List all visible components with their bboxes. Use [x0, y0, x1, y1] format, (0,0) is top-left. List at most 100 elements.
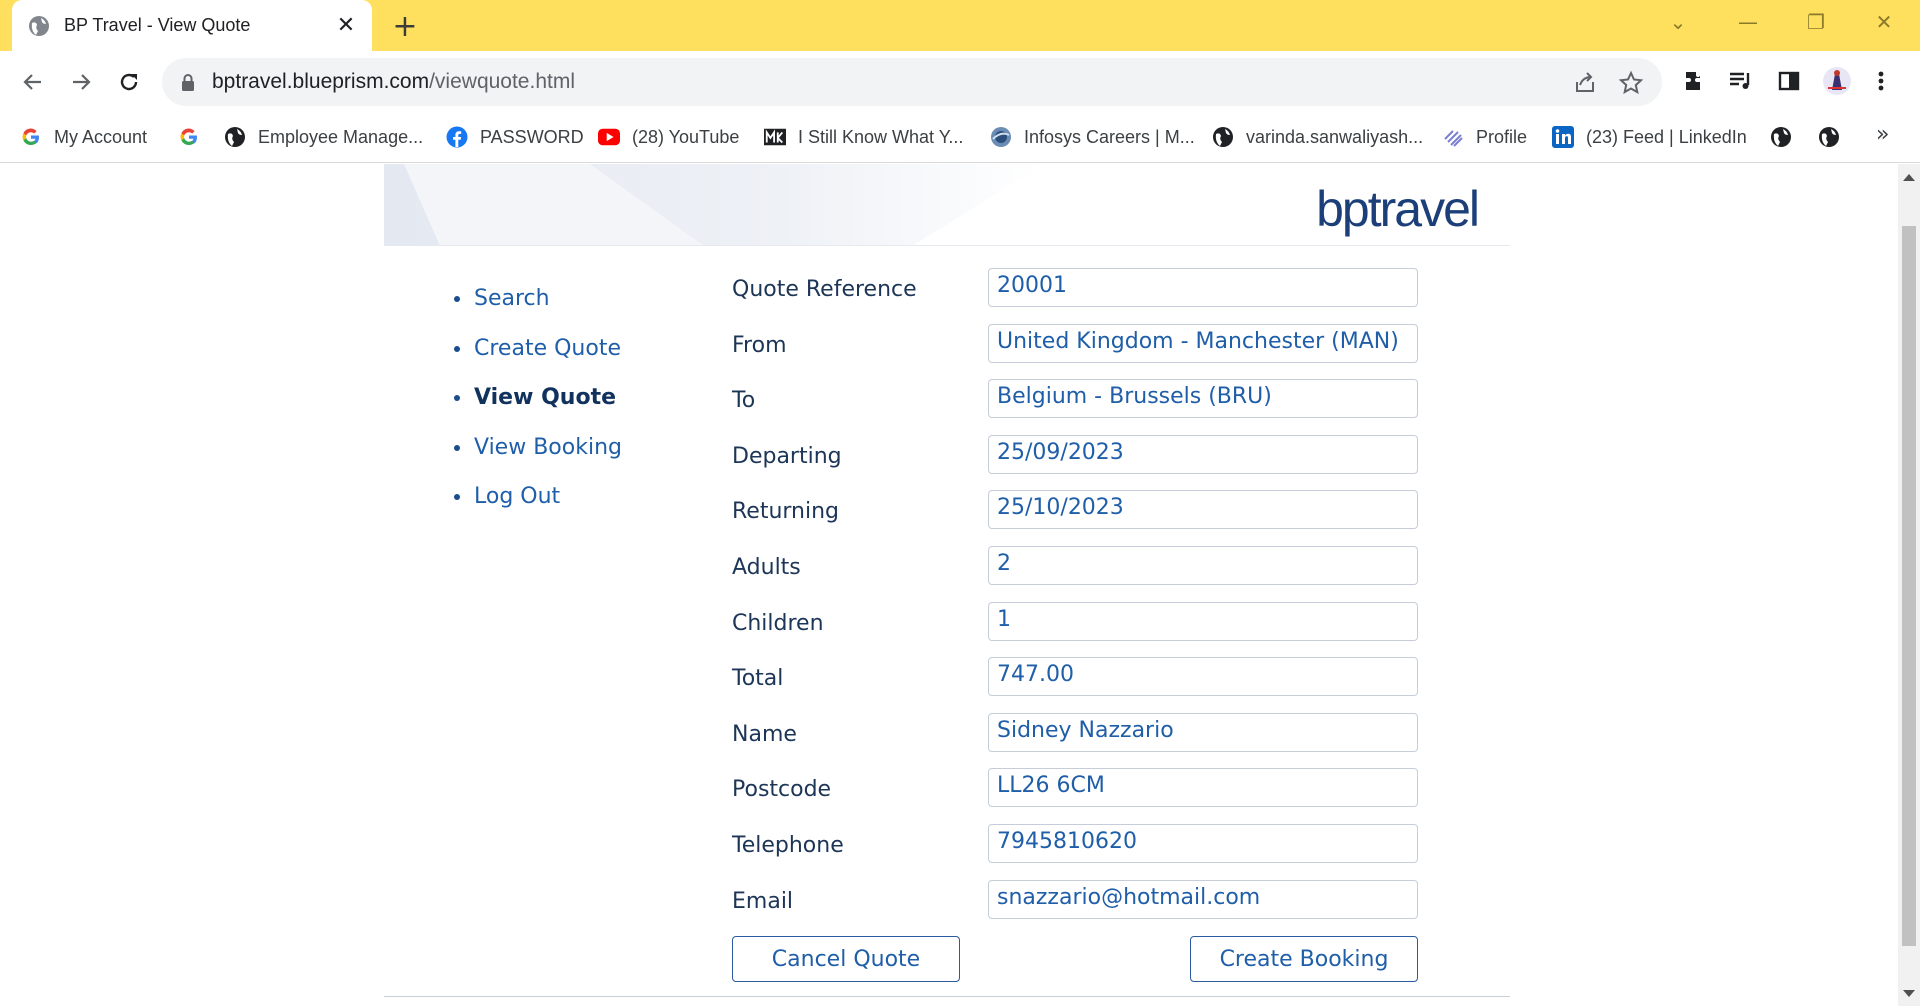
- form-row-returning: Returning 25/10/2023: [732, 490, 1452, 546]
- nav-item-log-out: Log Out: [454, 472, 622, 522]
- nav-link-create-quote[interactable]: Create Quote: [474, 336, 621, 361]
- bookmark-my-account[interactable]: My Account: [20, 124, 147, 150]
- to-field[interactable]: Belgium - Brussels (BRU): [988, 379, 1418, 419]
- bookmark-i-still-know[interactable]: I Still Know What Y...: [764, 124, 963, 150]
- create-booking-button[interactable]: Create Booking: [1190, 936, 1418, 982]
- address-bar[interactable]: bptravel.blueprism.com/viewquote.html: [162, 58, 1662, 106]
- total-field[interactable]: 747.00: [988, 657, 1418, 697]
- form-row-postcode: Postcode LL26 6CM: [732, 768, 1452, 824]
- bookmark-google[interactable]: [178, 124, 212, 150]
- bookmark-linkedin[interactable]: (23) Feed | LinkedIn: [1552, 124, 1747, 150]
- nav-link-log-out[interactable]: Log Out: [474, 484, 560, 509]
- globe-icon: [1212, 126, 1234, 148]
- to-label: To: [732, 388, 756, 414]
- bookmark-label: My Account: [54, 126, 148, 147]
- postcode-field[interactable]: LL26 6CM: [988, 768, 1418, 808]
- profile-avatar[interactable]: [1822, 66, 1852, 96]
- bookmarks-bar: My Account Employee Manage... PASSWORD (…: [0, 112, 1920, 163]
- nav-link-view-booking[interactable]: View Booking: [474, 435, 622, 460]
- browser-tab[interactable]: BP Travel - View Quote ✕: [12, 0, 372, 51]
- bookmark-youtube[interactable]: (28) YouTube: [598, 124, 739, 150]
- bookmark-profile[interactable]: Profile: [1442, 124, 1527, 150]
- star-icon[interactable]: [1618, 70, 1644, 96]
- bookmark-employee-manage[interactable]: Employee Manage...: [224, 124, 423, 150]
- infosys-icon: [990, 126, 1012, 148]
- globe-icon: [224, 126, 246, 148]
- page-scrollbar[interactable]: [1898, 164, 1920, 1006]
- bookmark-varinda[interactable]: varinda.sanwaliyash...: [1212, 124, 1423, 150]
- nav-link-search[interactable]: Search: [474, 286, 550, 311]
- bookmark-label: I Still Know What Y...: [798, 126, 964, 147]
- from-label: From: [732, 332, 787, 358]
- email-field[interactable]: snazzario@hotmail.com: [988, 879, 1418, 919]
- name-field[interactable]: Sidney Nazzario: [988, 712, 1418, 752]
- nav-item-create-quote: Create Quote: [454, 324, 622, 374]
- site-banner: bptravel: [384, 164, 1510, 246]
- quote-reference-label: Quote Reference: [732, 277, 917, 302]
- bookmark-globe-1[interactable]: [1770, 124, 1804, 150]
- nav-link-view-quote[interactable]: View Quote: [474, 385, 616, 410]
- name-label: Name: [732, 721, 797, 747]
- from-field[interactable]: United Kingdom - Manchester (MAN): [988, 323, 1418, 363]
- bookmark-label: (23) Feed | LinkedIn: [1586, 126, 1747, 147]
- telephone-field[interactable]: 7945810620: [988, 823, 1418, 863]
- tab-search-icon[interactable]: ⌄: [1658, 9, 1698, 35]
- bookmark-label: PASSWORD: [480, 126, 584, 147]
- tab-title: BP Travel - View Quote: [64, 15, 251, 35]
- departing-field[interactable]: 25/09/2023: [988, 434, 1418, 474]
- share-icon[interactable]: [1572, 70, 1598, 96]
- globe-icon: [29, 15, 49, 36]
- restore-button[interactable]: ❐: [1796, 9, 1836, 35]
- bookmark-globe-2[interactable]: [1818, 124, 1852, 150]
- side-panel-icon[interactable]: [1774, 66, 1804, 96]
- minimize-button[interactable]: —: [1728, 9, 1768, 35]
- telephone-label: Telephone: [732, 832, 844, 858]
- returning-field[interactable]: 25/10/2023: [988, 490, 1418, 530]
- forward-button[interactable]: [64, 65, 98, 99]
- form-row-children: Children 1: [732, 601, 1452, 658]
- back-button[interactable]: [16, 65, 50, 99]
- site-logo: bptravel: [1316, 181, 1480, 237]
- lock-icon: [182, 74, 194, 91]
- bookmark-label: (28) YouTube: [632, 126, 740, 147]
- menu-icon[interactable]: [1866, 66, 1896, 96]
- form-row-telephone: Telephone 7945810620: [732, 823, 1452, 880]
- postcode-label: Postcode: [732, 777, 832, 803]
- google-icon: [178, 126, 200, 148]
- arrow-right-icon: [73, 74, 91, 90]
- url-text[interactable]: bptravel.blueprism.com/viewquote.html: [212, 70, 575, 94]
- nav-item-view-booking: View Booking: [454, 423, 622, 473]
- new-tab-button[interactable]: +: [390, 9, 420, 44]
- quote-form: Quote Reference 20001 From United Kingdo…: [732, 268, 1452, 982]
- bookmark-label: Profile: [1476, 126, 1528, 147]
- extensions-icon[interactable]: [1680, 66, 1710, 96]
- nav-item-view-quote: View Quote: [454, 373, 622, 423]
- scroll-down-arrow-icon[interactable]: [1903, 990, 1915, 997]
- quote-reference-field[interactable]: 20001: [988, 268, 1418, 307]
- close-tab-icon[interactable]: ✕: [334, 13, 358, 38]
- url-path: /viewquote.html: [429, 70, 575, 93]
- bookmark-label: varinda.sanwaliyash...: [1246, 126, 1424, 147]
- bookmarks-overflow-icon[interactable]: »: [1876, 122, 1889, 147]
- adults-field[interactable]: 2: [988, 545, 1418, 585]
- children-field[interactable]: 1: [988, 601, 1418, 641]
- form-row-total: Total 747.00: [732, 657, 1452, 713]
- movie-site-icon: [764, 126, 786, 148]
- bookmark-password[interactable]: PASSWORD: [446, 124, 584, 150]
- reload-button[interactable]: [112, 65, 146, 99]
- linkedin-icon: [1552, 126, 1574, 148]
- google-icon: [20, 126, 42, 148]
- arrow-left-icon: [23, 74, 41, 90]
- cancel-quote-button[interactable]: Cancel Quote: [732, 936, 960, 982]
- total-label: Total: [732, 666, 784, 692]
- profile-site-icon: [1442, 126, 1464, 148]
- reload-icon: [120, 73, 138, 91]
- media-control-icon[interactable]: [1726, 66, 1756, 96]
- bookmark-infosys-careers[interactable]: Infosys Careers | M...: [990, 124, 1195, 150]
- close-window-button[interactable]: ✕: [1864, 9, 1904, 35]
- scroll-up-arrow-icon[interactable]: [1903, 174, 1915, 181]
- bookmark-label: Infosys Careers | M...: [1024, 126, 1195, 147]
- adults-label: Adults: [732, 554, 801, 580]
- scrollbar-thumb[interactable]: [1902, 226, 1916, 946]
- form-row-adults: Adults 2: [732, 545, 1452, 602]
